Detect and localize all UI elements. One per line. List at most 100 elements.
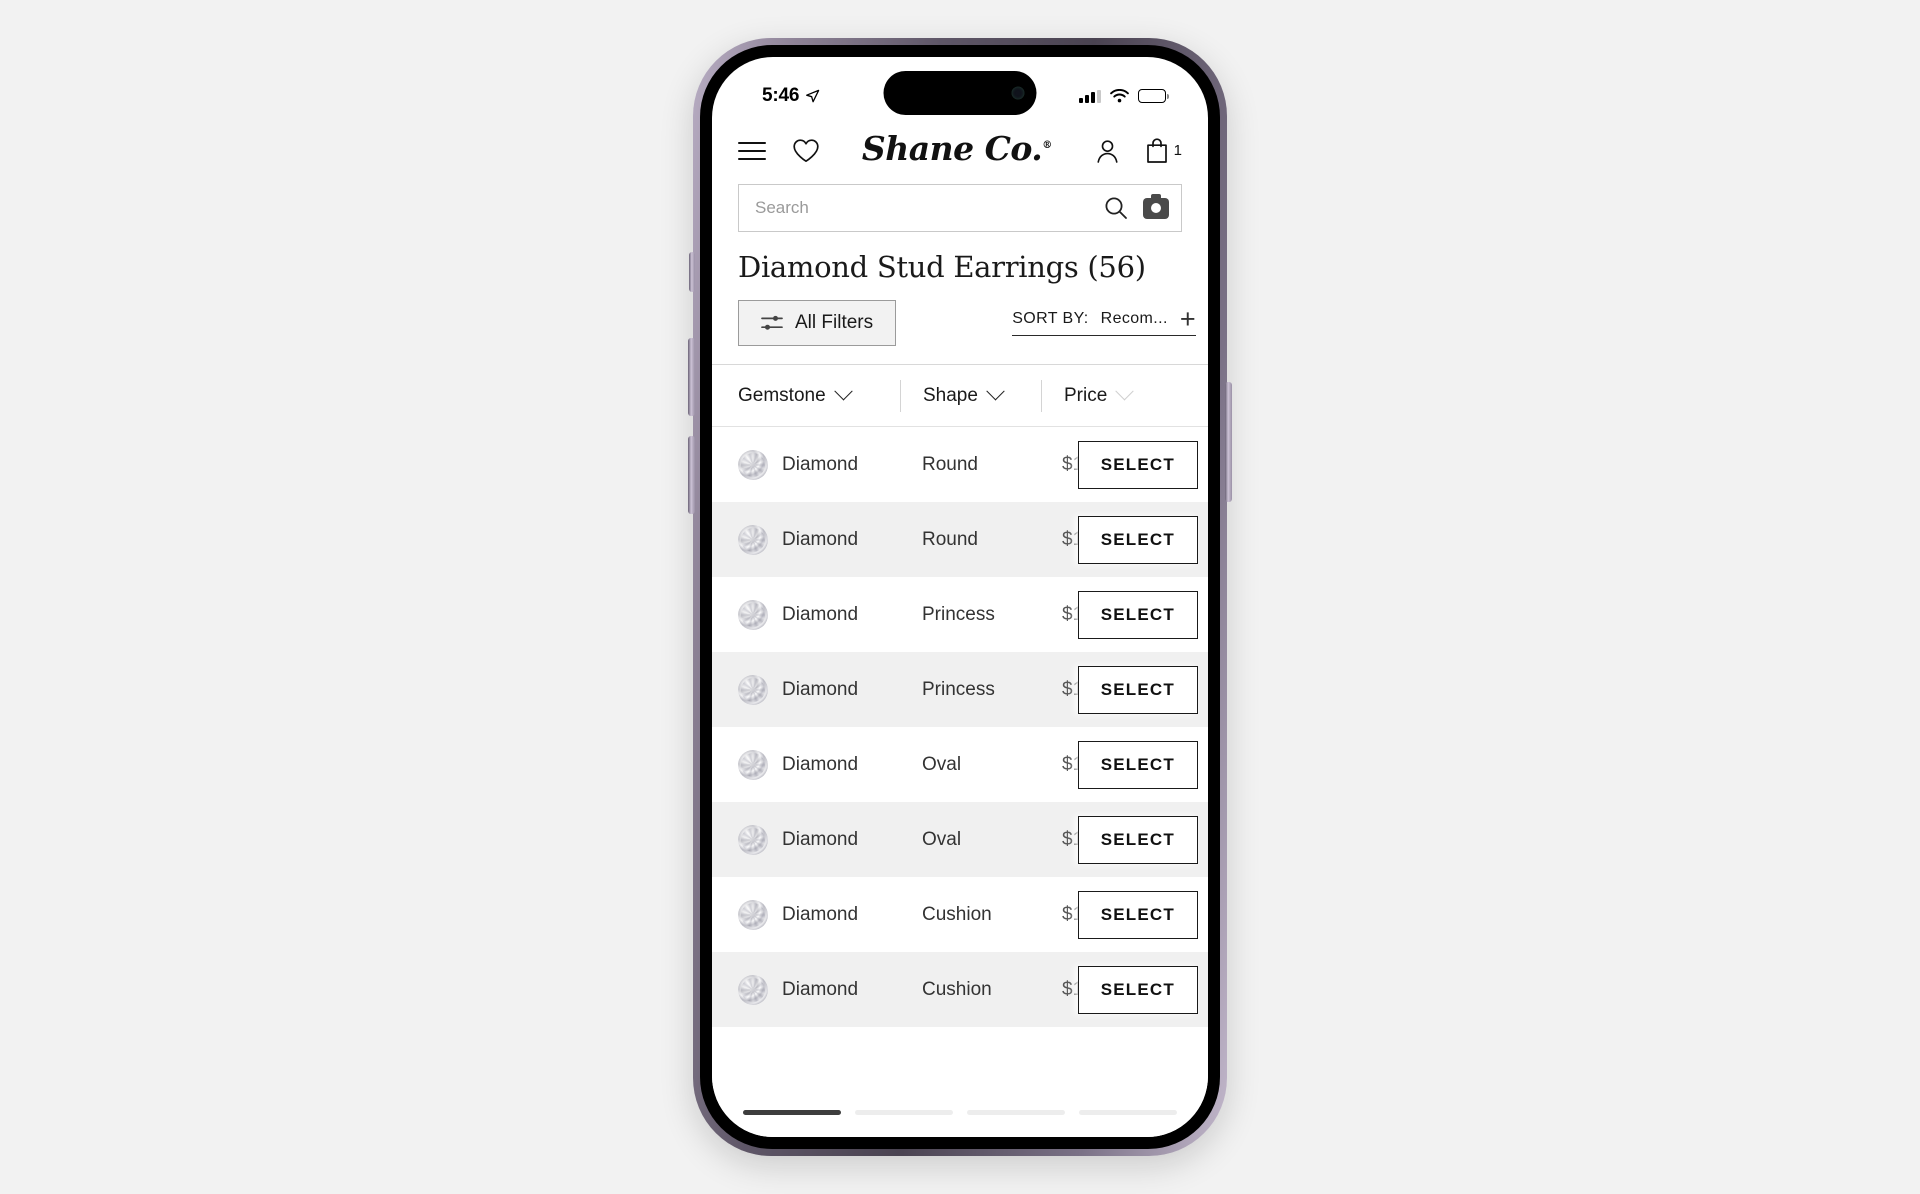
chevron-down-icon bbox=[1115, 382, 1134, 401]
table-row[interactable]: Diamond Princess $1,575 SELECT bbox=[712, 652, 1208, 727]
table-row[interactable]: Diamond Oval $1,575 SELECT bbox=[712, 802, 1208, 877]
screenshot-canvas: 5:46 Shane Co.® 1 Search Diamond Stud Ea… bbox=[0, 0, 1920, 1194]
table-row[interactable]: Diamond Cushion $1,575 SELECT bbox=[712, 952, 1208, 1027]
search-icon[interactable] bbox=[1103, 195, 1129, 221]
cell-gemstone: Diamond bbox=[738, 749, 900, 780]
cell-shape: Princess bbox=[922, 678, 995, 700]
clock-label: 5:46 bbox=[762, 85, 800, 106]
table-row[interactable]: Diamond Cushion $1,575 SELECT bbox=[712, 877, 1208, 952]
select-button[interactable]: SELECT bbox=[1077, 815, 1198, 864]
brand-logo[interactable]: Shane Co.® bbox=[862, 129, 1052, 168]
round-diamond-icon bbox=[738, 674, 768, 705]
sort-by-label: SORT BY: bbox=[1012, 309, 1089, 327]
cell-gemstone: Diamond bbox=[738, 674, 900, 705]
progress-segment[interactable] bbox=[743, 1110, 841, 1115]
volume-down-button[interactable] bbox=[688, 436, 695, 514]
progress-segment[interactable] bbox=[855, 1110, 953, 1115]
table-row[interactable]: Diamond Oval $1,575 SELECT bbox=[712, 727, 1208, 802]
cell-shape: Round bbox=[922, 528, 978, 550]
table-row[interactable]: Diamond Round $1,575 SELECT bbox=[712, 427, 1208, 502]
diamond-results-list: Diamond Round $1,575 SELECT Diamond Rou bbox=[712, 427, 1208, 1027]
gemstone-label: Diamond bbox=[782, 828, 859, 850]
round-diamond-icon bbox=[738, 599, 768, 630]
column-header-price-label: Price bbox=[1064, 384, 1108, 406]
search-box[interactable] bbox=[738, 184, 1182, 232]
sliders-filter-icon bbox=[761, 315, 783, 330]
sort-by-value: Recom... bbox=[1100, 309, 1168, 327]
hamburger-menu-icon[interactable] bbox=[738, 141, 766, 160]
select-button[interactable]: SELECT bbox=[1077, 890, 1198, 939]
cell-gemstone: Diamond bbox=[738, 599, 900, 630]
page-title: Diamond Stud Earrings (56) bbox=[738, 250, 1146, 284]
gemstone-label: Diamond bbox=[782, 528, 859, 550]
round-diamond-icon bbox=[738, 524, 768, 555]
select-button[interactable]: SELECT bbox=[1077, 740, 1198, 789]
round-diamond-icon bbox=[738, 749, 768, 780]
power-button[interactable] bbox=[1225, 382, 1232, 502]
all-filters-button[interactable]: All Filters bbox=[738, 300, 897, 346]
round-diamond-icon bbox=[738, 449, 768, 480]
status-bar-right bbox=[1079, 89, 1169, 103]
select-button[interactable]: SELECT bbox=[1077, 590, 1198, 639]
registered-mark: ® bbox=[1042, 140, 1052, 151]
table-column-header: Gemstone Shape Price bbox=[712, 365, 1208, 427]
device-bezel: 5:46 Shane Co.® 1 Search Diamond Stud Ea… bbox=[700, 45, 1220, 1149]
progress-segment[interactable] bbox=[1079, 1110, 1177, 1115]
all-filters-label: All Filters bbox=[795, 312, 874, 333]
scroll-progress-indicator[interactable] bbox=[712, 1110, 1208, 1115]
search-input[interactable] bbox=[755, 198, 1103, 218]
cellular-signal-icon bbox=[1079, 89, 1101, 103]
select-button[interactable]: SELECT bbox=[1077, 440, 1198, 489]
round-diamond-icon bbox=[738, 899, 768, 930]
cell-shape: Round bbox=[922, 453, 978, 475]
web-content: Shane Co.® 1 Search Diamond Stud Earring… bbox=[712, 119, 1208, 1137]
silent-switch-button[interactable] bbox=[689, 252, 695, 292]
select-button[interactable]: SELECT bbox=[1077, 965, 1198, 1014]
gemstone-label: Diamond bbox=[782, 678, 859, 700]
column-header-price[interactable]: Price bbox=[1042, 382, 1182, 407]
cell-shape: Oval bbox=[922, 753, 962, 775]
round-diamond-icon bbox=[738, 974, 768, 1005]
cell-shape: Cushion bbox=[922, 903, 992, 925]
cell-gemstone: Diamond bbox=[738, 824, 900, 855]
cell-gemstone: Diamond bbox=[738, 974, 900, 1005]
gemstone-label: Diamond bbox=[782, 753, 859, 775]
cell-gemstone: Diamond bbox=[738, 524, 900, 555]
volume-up-button[interactable] bbox=[688, 338, 695, 416]
cell-shape: Oval bbox=[922, 828, 962, 850]
cell-shape: Princess bbox=[922, 603, 995, 625]
progress-segment[interactable] bbox=[967, 1110, 1065, 1115]
battery-low-icon bbox=[1138, 89, 1169, 103]
location-arrow-icon bbox=[806, 89, 820, 102]
chevron-down-icon bbox=[986, 382, 1005, 401]
shopping-bag-button[interactable]: 1 bbox=[1145, 137, 1182, 164]
plus-icon[interactable]: + bbox=[1180, 305, 1196, 332]
search-actions bbox=[1103, 193, 1169, 221]
column-header-gemstone[interactable]: Gemstone bbox=[738, 382, 900, 407]
person-icon[interactable] bbox=[1094, 137, 1121, 165]
table-row[interactable]: Diamond Round $1,575 SELECT bbox=[712, 502, 1208, 577]
shopping-bag-icon bbox=[1146, 138, 1167, 163]
wifi-icon bbox=[1110, 89, 1129, 103]
dynamic-island bbox=[883, 71, 1037, 115]
gemstone-label: Diamond bbox=[782, 978, 859, 1000]
camera-icon[interactable] bbox=[1143, 193, 1169, 219]
select-button[interactable]: SELECT bbox=[1077, 665, 1198, 714]
select-button[interactable]: SELECT bbox=[1077, 515, 1198, 564]
cell-gemstone: Diamond bbox=[738, 899, 900, 930]
heart-icon[interactable] bbox=[792, 138, 820, 164]
phone-screen: 5:46 Shane Co.® 1 Search Diamond Stud Ea… bbox=[712, 57, 1208, 1137]
search-section bbox=[712, 184, 1208, 242]
site-header: Shane Co.® 1 bbox=[712, 119, 1208, 184]
table-row[interactable]: Diamond Princess $1,575 SELECT bbox=[712, 577, 1208, 652]
column-header-gemstone-label: Gemstone bbox=[738, 384, 826, 406]
column-header-shape-label: Shape bbox=[923, 384, 978, 406]
header-right-group: 1 bbox=[1094, 137, 1182, 165]
sort-by-control[interactable]: SORT BY: Recom... + bbox=[1012, 305, 1196, 337]
header-left-group bbox=[738, 138, 820, 164]
chevron-down-icon bbox=[833, 382, 853, 401]
status-bar-left: 5:46 bbox=[762, 85, 820, 107]
gemstone-label: Diamond bbox=[782, 903, 859, 925]
column-header-shape[interactable]: Shape bbox=[901, 382, 1041, 407]
filter-toolbar: All Filters SORT BY: Recom... + bbox=[712, 284, 1208, 365]
